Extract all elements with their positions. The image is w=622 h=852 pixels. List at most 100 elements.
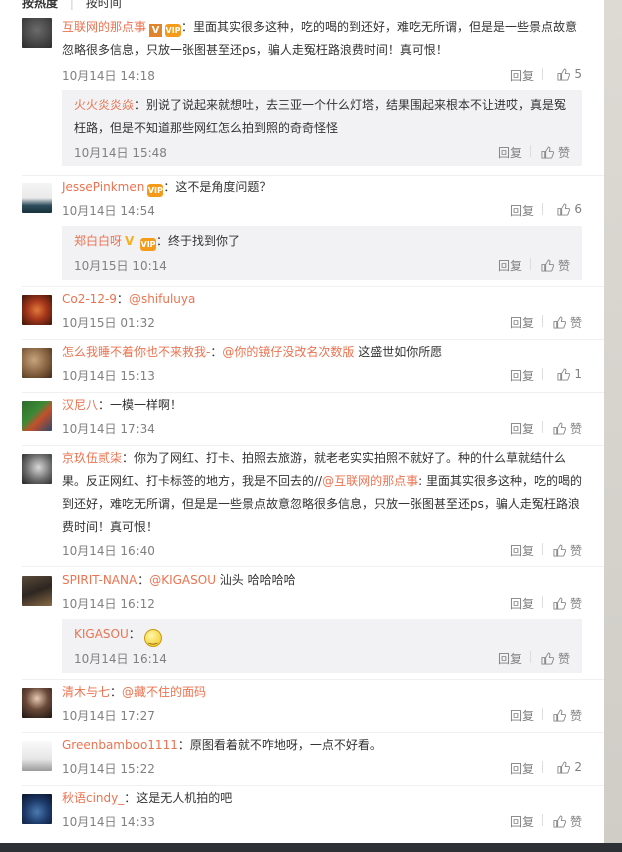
like-button[interactable]: 赞 [553, 542, 582, 559]
like-count: 2 [574, 760, 582, 774]
avatar[interactable] [22, 454, 52, 484]
reply-button[interactable]: 回复 [510, 420, 534, 437]
reply-button[interactable]: 回复 [510, 707, 534, 724]
comment-time: 10月15日 01:32 [62, 316, 155, 330]
comment-text: 汉尼八：一模一样啊！ [62, 394, 582, 417]
avatar[interactable] [22, 688, 52, 718]
action-divider [542, 315, 543, 327]
mention-link[interactable]: @你的镜仔没改名次数版 [222, 345, 354, 359]
like-button[interactable]: 赞 [553, 420, 582, 437]
mention-link[interactable]: @藏不住的面码 [122, 685, 206, 699]
avatar[interactable] [22, 295, 52, 325]
comment-username[interactable]: 互联网的那点事 [62, 20, 146, 34]
divider [22, 445, 604, 446]
reply-button[interactable]: 回复 [498, 650, 522, 667]
thumbs-up-icon [553, 316, 566, 329]
comment-body: ： [116, 292, 129, 306]
action-divider [542, 814, 543, 826]
divider [22, 566, 604, 567]
like-button[interactable]: 赞 [553, 707, 582, 724]
like-button[interactable]: 赞 [553, 314, 582, 331]
like-count: 赞 [569, 597, 582, 611]
like-count: 赞 [557, 259, 570, 273]
comment-body: ：原图看着就不咋地呀，一点不好看。 [177, 738, 382, 752]
comment-username[interactable]: 汉尼八 [62, 398, 98, 412]
reply-meta: 10月15日 10:14 回复 赞 [74, 257, 570, 273]
like-button[interactable]: 6 [557, 202, 582, 216]
reply-button[interactable]: 回复 [510, 202, 534, 219]
reply-button[interactable]: 回复 [510, 542, 534, 559]
reply-username[interactable]: KIGASOU [74, 627, 129, 641]
mention-link[interactable]: @互联网的那点事 [322, 474, 418, 488]
divider [22, 679, 604, 680]
reply-button[interactable]: 回复 [510, 367, 534, 384]
comment-username[interactable]: Co2-12-9 [62, 292, 117, 306]
reply-button[interactable]: 回复 [510, 760, 534, 777]
comment-meta: 10月15日 01:32 回复 赞 [62, 314, 582, 330]
avatar[interactable] [22, 794, 52, 824]
reply-time: 10月14日 15:48 [74, 146, 167, 160]
comment-username[interactable]: 怎么我睡不着你也不来救我- [62, 345, 210, 359]
like-button[interactable]: 1 [557, 367, 582, 381]
divider [22, 732, 604, 733]
comment-text: 怎么我睡不着你也不来救我-：@你的镜仔没改名次数版 这盛世如你所愿 [62, 341, 582, 364]
like-button[interactable]: 赞 [553, 813, 582, 830]
reply-button[interactable]: 回复 [510, 813, 534, 830]
like-button[interactable]: 赞 [541, 257, 570, 274]
comment-username[interactable]: 秋语cindy_ [62, 791, 124, 805]
like-button[interactable]: 赞 [541, 650, 570, 667]
comment-time: 10月14日 17:34 [62, 422, 155, 436]
comment-meta: 10月14日 14:33 回复 赞 [62, 813, 582, 829]
reply-username[interactable]: 火火炎炎焱 [74, 98, 134, 112]
reply-button[interactable]: 回复 [498, 257, 522, 274]
reply-item: 火火炎炎焱：别说了说起来就想吐，去三亚一个什么灯塔，结果围起来根本不让进哎，真是… [62, 90, 582, 166]
reply-button[interactable]: 回复 [498, 144, 522, 161]
reply-body: ：别说了说起来就想吐，去三亚一个什么灯塔，结果围起来根本不让进哎，真是冤枉路，但… [74, 98, 567, 135]
comment-time: 10月14日 17:27 [62, 709, 155, 723]
comment-body-tail: 这盛世如你所愿 [354, 345, 443, 359]
reply-button[interactable]: 回复 [510, 595, 534, 612]
reply-username[interactable]: 郑白白呀 [74, 234, 122, 248]
like-count: 1 [574, 367, 582, 381]
like-button[interactable]: 赞 [553, 595, 582, 612]
like-button[interactable]: 5 [557, 67, 582, 81]
comment-username[interactable]: JessePinkmen [62, 180, 144, 194]
comment-username[interactable]: SPIRIT-NANA [62, 573, 137, 587]
comment-username[interactable]: 京玖伍贰柒 [62, 451, 122, 465]
like-count: 赞 [569, 316, 582, 330]
divider [22, 392, 604, 393]
sort-by-time-tab[interactable]: 按时间 [86, 0, 122, 10]
action-divider [542, 203, 543, 215]
comment-text: 秋语cindy_：这是无人机拍的吧 [62, 787, 582, 810]
like-button[interactable]: 2 [557, 760, 582, 774]
thumbs-up-icon [541, 146, 554, 159]
sort-by-hot-tab[interactable]: 按热度 [22, 0, 58, 10]
reply-meta: 10月14日 16:14 回复 赞 [74, 650, 570, 666]
avatar[interactable] [22, 741, 52, 771]
mention-link[interactable]: @shifuluya [129, 292, 195, 306]
comment-username[interactable]: 清木与七 [62, 685, 110, 699]
reply-button[interactable]: 回复 [510, 314, 534, 331]
comment-username[interactable]: Greenbamboo1111 [62, 738, 178, 752]
comment-body: ：一模一样啊！ [98, 398, 183, 412]
avatar[interactable] [22, 18, 52, 48]
thumbs-up-icon [541, 652, 554, 665]
comment-text: 互联网的那点事 V VIP：里面其实很多这种，吃的喝的到还好，难吃无所谓，但是是一些… [62, 16, 582, 62]
comment-text: Greenbamboo1111：原图看着就不咋地呀，一点不好看。 [62, 734, 582, 757]
avatar[interactable] [22, 576, 52, 606]
like-button[interactable]: 赞 [541, 144, 570, 161]
comment-body: ：这不是角度问题？ [163, 180, 272, 194]
reply-text: 郑白白呀 V VIP：终于找到你了 [74, 230, 574, 253]
avatar[interactable] [22, 348, 52, 378]
avatar[interactable] [22, 401, 52, 431]
action-divider [542, 708, 543, 720]
like-count: 5 [574, 67, 582, 81]
reply-button[interactable]: 回复 [510, 67, 534, 84]
reply-time: 10月15日 10:14 [74, 259, 167, 273]
bottom-bar [0, 843, 622, 852]
comment-body-tail: 汕头 哈哈哈哈 [215, 573, 296, 587]
smile-emoji-icon: ‿ [143, 629, 162, 647]
comment-body: ： [110, 685, 123, 699]
mention-link[interactable]: @KIGASOU [149, 573, 216, 587]
avatar[interactable] [22, 183, 52, 213]
